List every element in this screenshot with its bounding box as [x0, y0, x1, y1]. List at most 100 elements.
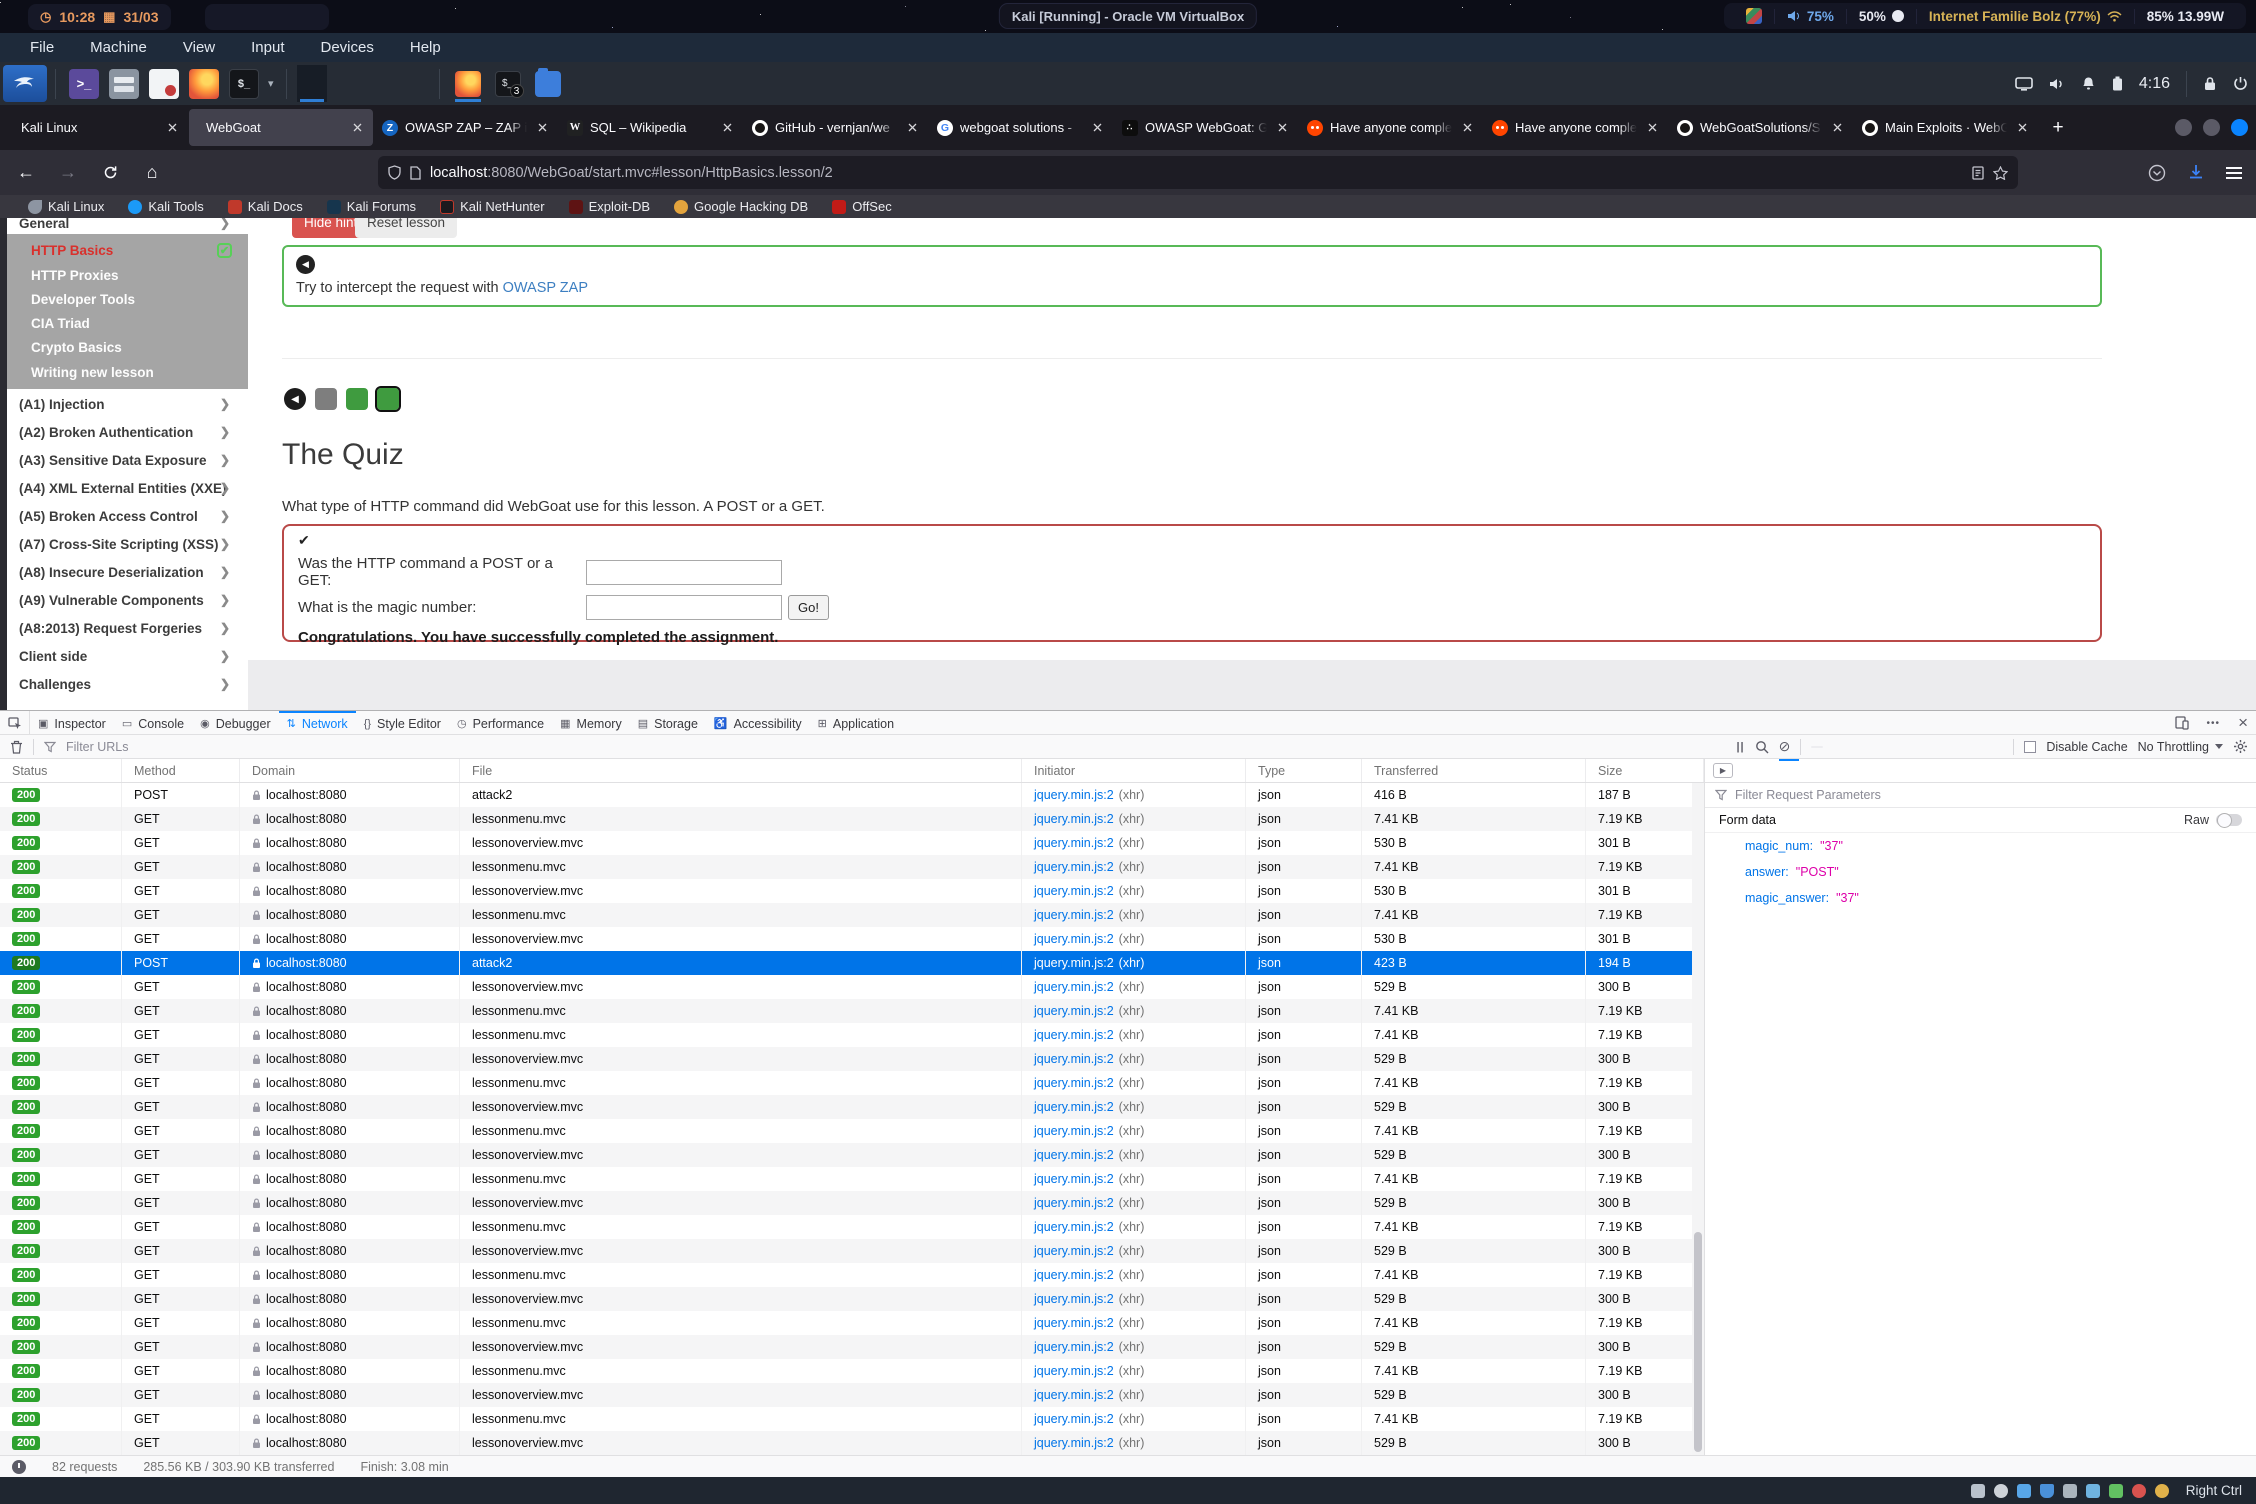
workspace-button[interactable]	[331, 65, 361, 102]
initiator-link[interactable]: jquery.min.js:2	[1034, 855, 1114, 879]
column-header-status[interactable]: Status	[0, 759, 122, 782]
sidebar-lesson-item[interactable]: HTTP Basics ✔	[31, 243, 248, 258]
bookmark-item[interactable]: Kali Tools	[118, 195, 213, 218]
browser-tab[interactable]: WebGoatSolutions/S	[1669, 109, 1853, 146]
request-type-filter[interactable]	[1931, 746, 1943, 748]
kali-menu-button[interactable]	[3, 65, 47, 102]
request-panel-tab[interactable]	[1819, 759, 1839, 782]
vbox-menu-item[interactable]: Help	[410, 39, 441, 56]
request-type-filter[interactable]	[1871, 746, 1883, 748]
terminal-dropdown-icon[interactable]: $_	[229, 69, 259, 99]
volume-icon[interactable]	[2049, 77, 2065, 91]
clear-requests-trash-icon[interactable]	[10, 740, 23, 754]
network-status[interactable]: Internet Familie Bolz (77%)	[1916, 9, 2134, 24]
form-data-param[interactable]: magic_num "37"	[1705, 833, 2256, 859]
column-header-method[interactable]: Method	[122, 759, 240, 782]
post-or-get-input[interactable]	[586, 560, 782, 585]
throttling-select[interactable]: No Throttling	[2138, 740, 2223, 754]
network-request-row[interactable]: 200 GET localhost:8080 lessonoverview.mv…	[0, 927, 1704, 951]
initiator-link[interactable]: jquery.min.js:2	[1034, 927, 1114, 951]
audio-icon[interactable]	[2017, 1484, 2031, 1498]
tracking-shield-icon[interactable]	[388, 165, 401, 180]
files-window-task[interactable]	[531, 65, 565, 102]
volume-status[interactable]: 75%	[1774, 9, 1846, 24]
network-request-row[interactable]: 200 POST localhost:8080 attack2 jquery.m…	[0, 783, 1704, 807]
network-request-row[interactable]: 200 GET localhost:8080 lessonoverview.mv…	[0, 1287, 1704, 1311]
browser-tab[interactable]: webgoat solutions -	[929, 109, 1113, 146]
page-number-button[interactable]	[346, 388, 368, 410]
workspace-button[interactable]	[297, 65, 327, 102]
form-data-section-header[interactable]: Form data Raw	[1705, 808, 2256, 833]
optical-drive-icon[interactable]	[1994, 1484, 2008, 1498]
tab-overflow-icon[interactable]	[2203, 119, 2220, 136]
browser-tab[interactable]: SQL – Wikipedia	[559, 109, 743, 146]
network-settings-gear-icon[interactable]	[2233, 739, 2248, 754]
browser-tab[interactable]: Main Exploits · WebG	[1854, 109, 2038, 146]
file-manager-icon[interactable]	[109, 69, 139, 99]
tab-close-icon[interactable]	[719, 120, 735, 136]
initiator-link[interactable]: jquery.min.js:2	[1034, 807, 1114, 831]
browser-tab[interactable]: Have anyone comple	[1299, 109, 1483, 146]
network-request-row[interactable]: 200 GET localhost:8080 lessonoverview.mv…	[0, 1335, 1704, 1359]
request-panel-tab[interactable]	[1759, 759, 1779, 782]
initiator-link[interactable]: jquery.min.js:2	[1034, 783, 1114, 807]
devtools-tab[interactable]: ◷ Performance	[449, 711, 552, 734]
initiator-link[interactable]: jquery.min.js:2	[1034, 1263, 1114, 1287]
devtools-tab[interactable]: ▣ Inspector	[30, 711, 114, 734]
sidebar-category-item[interactable]: (A1) Injection ❯	[7, 390, 248, 418]
terminal-window-task[interactable]: $_3	[491, 65, 525, 102]
bookmark-item[interactable]: Exploit-DB	[559, 195, 660, 218]
filter-request-parameters[interactable]: Filter Request Parameters	[1705, 783, 2256, 808]
tab-close-icon[interactable]	[1274, 120, 1290, 136]
power-icon[interactable]	[2233, 76, 2248, 91]
devtools-tab[interactable]: ◉ Debugger	[192, 711, 279, 734]
sidebar-category-item[interactable]: (A3) Sensitive Data Exposure ❯	[7, 446, 248, 474]
sidebar-lesson-item[interactable]: CIA Triad	[31, 316, 248, 331]
host-app-icon[interactable]	[1746, 8, 1762, 24]
tab-close-icon[interactable]	[2014, 120, 2030, 136]
tab-close-icon[interactable]	[904, 120, 920, 136]
request-type-filter[interactable]	[1811, 746, 1823, 748]
pocket-icon[interactable]	[2148, 164, 2166, 182]
owasp-zap-link[interactable]: OWASP ZAP	[503, 280, 588, 296]
network-request-row[interactable]: 200 GET localhost:8080 lessonoverview.mv…	[0, 831, 1704, 855]
initiator-link[interactable]: jquery.min.js:2	[1034, 1167, 1114, 1191]
request-type-filter[interactable]	[1911, 746, 1923, 748]
initiator-link[interactable]: jquery.min.js:2	[1034, 831, 1114, 855]
menu-hamburger-icon[interactable]	[2226, 167, 2242, 169]
search-icon[interactable]	[1755, 740, 1769, 754]
tab-close-icon[interactable]	[1644, 120, 1660, 136]
initiator-link[interactable]: jquery.min.js:2	[1034, 1071, 1114, 1095]
network-request-row[interactable]: 200 GET localhost:8080 lessonoverview.mv…	[0, 1383, 1704, 1407]
network-request-row[interactable]: 200 GET localhost:8080 lessonmenu.mvc jq…	[0, 1359, 1704, 1383]
network-request-row[interactable]: 200 GET localhost:8080 lessonoverview.mv…	[0, 879, 1704, 903]
lock-screen-icon[interactable]	[2203, 76, 2217, 91]
column-header-domain[interactable]: Domain	[240, 759, 460, 782]
devtools-tab[interactable]: ▤ Storage	[630, 711, 706, 734]
devtools-tab[interactable]: ⇅ Network	[279, 711, 356, 734]
network-request-row[interactable]: 200 GET localhost:8080 lessonmenu.mvc jq…	[0, 1023, 1704, 1047]
initiator-link[interactable]: jquery.min.js:2	[1034, 1215, 1114, 1239]
network-request-row[interactable]: 200 GET localhost:8080 lessonmenu.mvc jq…	[0, 855, 1704, 879]
request-panel-tab[interactable]	[1799, 759, 1819, 782]
vbox-menu-item[interactable]: Machine	[90, 39, 147, 56]
list-all-tabs-icon[interactable]	[2175, 119, 2192, 136]
bookmark-item[interactable]: Kali NetHunter	[430, 195, 555, 218]
network-request-row[interactable]: 200 GET localhost:8080 lessonmenu.mvc jq…	[0, 999, 1704, 1023]
network-request-row[interactable]: 200 GET localhost:8080 lessonoverview.mv…	[0, 1095, 1704, 1119]
initiator-link[interactable]: jquery.min.js:2	[1034, 1047, 1114, 1071]
initiator-link[interactable]: jquery.min.js:2	[1034, 1383, 1114, 1407]
previous-page-icon[interactable]: ◀	[284, 388, 306, 410]
devtools-tab[interactable]: ▭ Console	[114, 711, 192, 734]
bookmark-item[interactable]: Google Hacking DB	[664, 195, 818, 218]
hard-disk-icon[interactable]	[1971, 1484, 1985, 1498]
initiator-link[interactable]: jquery.min.js:2	[1034, 903, 1114, 927]
devtools-tab[interactable]: ⊞ Application	[810, 711, 902, 734]
initiator-link[interactable]: jquery.min.js:2	[1034, 999, 1114, 1023]
request-type-filter[interactable]	[1991, 746, 2003, 748]
home-button[interactable]: ⌂	[136, 157, 168, 189]
sidebar-category-item[interactable]: (A7) Cross-Site Scripting (XSS) ❯	[7, 530, 248, 558]
network-request-row[interactable]: 200 GET localhost:8080 lessonoverview.mv…	[0, 1143, 1704, 1167]
terminal-launcher-icon[interactable]: >_	[69, 69, 99, 99]
network-request-row[interactable]: 200 GET localhost:8080 lessonmenu.mvc jq…	[0, 1071, 1704, 1095]
